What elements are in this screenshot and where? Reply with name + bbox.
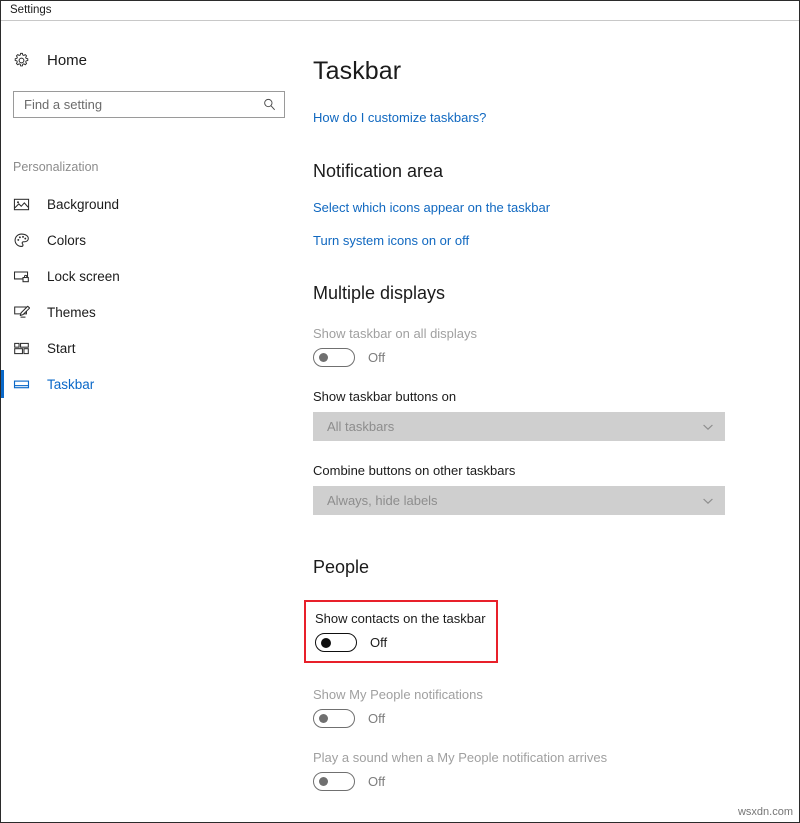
sidebar-item-lock-screen[interactable]: Lock screen [1, 258, 301, 294]
setting-label: Play a sound when a My People notificati… [313, 750, 799, 765]
sidebar-category-title: Personalization [1, 160, 301, 174]
window-title: Settings [10, 5, 52, 17]
toggle-state-label: Off [370, 635, 387, 650]
help-link[interactable]: How do I customize taskbars? [313, 110, 799, 125]
sidebar-item-start[interactable]: Start [1, 330, 301, 366]
toggle-knob [319, 777, 328, 786]
themes-brush-icon [13, 304, 41, 321]
watermark: wsxdn.com [738, 806, 793, 818]
taskbar-icon [13, 376, 41, 393]
setting-label: Show taskbar on all displays [313, 326, 799, 341]
sidebar-item-home[interactable]: Home [1, 45, 301, 75]
setting-show-taskbar-all-displays: Show taskbar on all displays Off [313, 326, 799, 367]
setting-show-my-people-notifications: Show My People notifications Off [313, 687, 799, 728]
gear-icon [13, 52, 41, 69]
sidebar-item-label: Colors [47, 233, 86, 248]
sidebar: Home Personalization [1, 21, 301, 822]
search-icon[interactable] [262, 97, 277, 112]
toggle-row: Off [313, 709, 799, 728]
setting-combine-buttons-other-taskbars: Combine buttons on other taskbars Always… [313, 463, 799, 515]
toggle-state-label: Off [368, 711, 385, 726]
setting-show-taskbar-buttons-on: Show taskbar buttons on All taskbars [313, 389, 799, 441]
start-tiles-icon [13, 340, 41, 357]
setting-play-sound-my-people: Play a sound when a My People notificati… [313, 750, 799, 791]
setting-label: Show taskbar buttons on [313, 389, 799, 404]
toggle-knob [319, 714, 328, 723]
dropdown-show-taskbar-buttons-on[interactable]: All taskbars [313, 412, 725, 441]
toggle-show-taskbar-all-displays[interactable] [313, 348, 355, 367]
window-body: Home Personalization [1, 21, 799, 822]
picture-icon [13, 196, 41, 213]
setting-label: Combine buttons on other taskbars [313, 463, 799, 478]
toggle-show-my-people-notifications[interactable] [313, 709, 355, 728]
sidebar-item-label: Background [47, 197, 119, 212]
dropdown-value: All taskbars [327, 419, 701, 434]
search-container [1, 91, 301, 118]
section-heading-multiple-displays: Multiple displays [313, 283, 799, 304]
toggle-row: Off [313, 772, 799, 791]
palette-icon [13, 232, 41, 249]
title-bar: Settings [1, 1, 799, 21]
toggle-knob [319, 353, 328, 362]
sidebar-item-label: Lock screen [47, 269, 120, 284]
search-input[interactable] [24, 97, 262, 112]
highlight-wrapper: Show contacts on the taskbar Off [313, 600, 799, 663]
sidebar-item-taskbar[interactable]: Taskbar [1, 366, 301, 402]
sidebar-item-label: Themes [47, 305, 96, 320]
toggle-show-contacts-on-taskbar[interactable] [315, 633, 357, 652]
setting-label: Show My People notifications [313, 687, 799, 702]
chevron-down-icon [701, 420, 715, 434]
setting-label: Show contacts on the taskbar [315, 611, 486, 626]
toggle-knob [321, 638, 331, 648]
dropdown-combine-buttons-other-taskbars[interactable]: Always, hide labels [313, 486, 725, 515]
lock-screen-icon [13, 268, 41, 285]
sidebar-item-label: Start [47, 341, 76, 356]
red-highlight-box: Show contacts on the taskbar Off [304, 600, 498, 663]
section-heading-people: People [313, 557, 799, 578]
sidebar-item-label: Taskbar [47, 377, 94, 392]
toggle-play-sound-my-people[interactable] [313, 772, 355, 791]
dropdown-value: Always, hide labels [327, 493, 701, 508]
page-title: Taskbar [313, 57, 799, 86]
toggle-row: Off [313, 348, 799, 367]
sidebar-item-themes[interactable]: Themes [1, 294, 301, 330]
main-content: Taskbar How do I customize taskbars? Not… [301, 21, 799, 822]
section-heading-notification-area: Notification area [313, 161, 799, 182]
settings-window: Settings Home [0, 0, 800, 823]
sidebar-item-background[interactable]: Background [1, 186, 301, 222]
toggle-row: Off [315, 633, 486, 652]
chevron-down-icon [701, 494, 715, 508]
link-select-icons[interactable]: Select which icons appear on the taskbar [313, 200, 799, 215]
link-system-icons[interactable]: Turn system icons on or off [313, 233, 799, 248]
sidebar-item-colors[interactable]: Colors [1, 222, 301, 258]
toggle-state-label: Off [368, 774, 385, 789]
sidebar-home-label: Home [47, 52, 87, 69]
search-box[interactable] [13, 91, 285, 118]
toggle-state-label: Off [368, 350, 385, 365]
